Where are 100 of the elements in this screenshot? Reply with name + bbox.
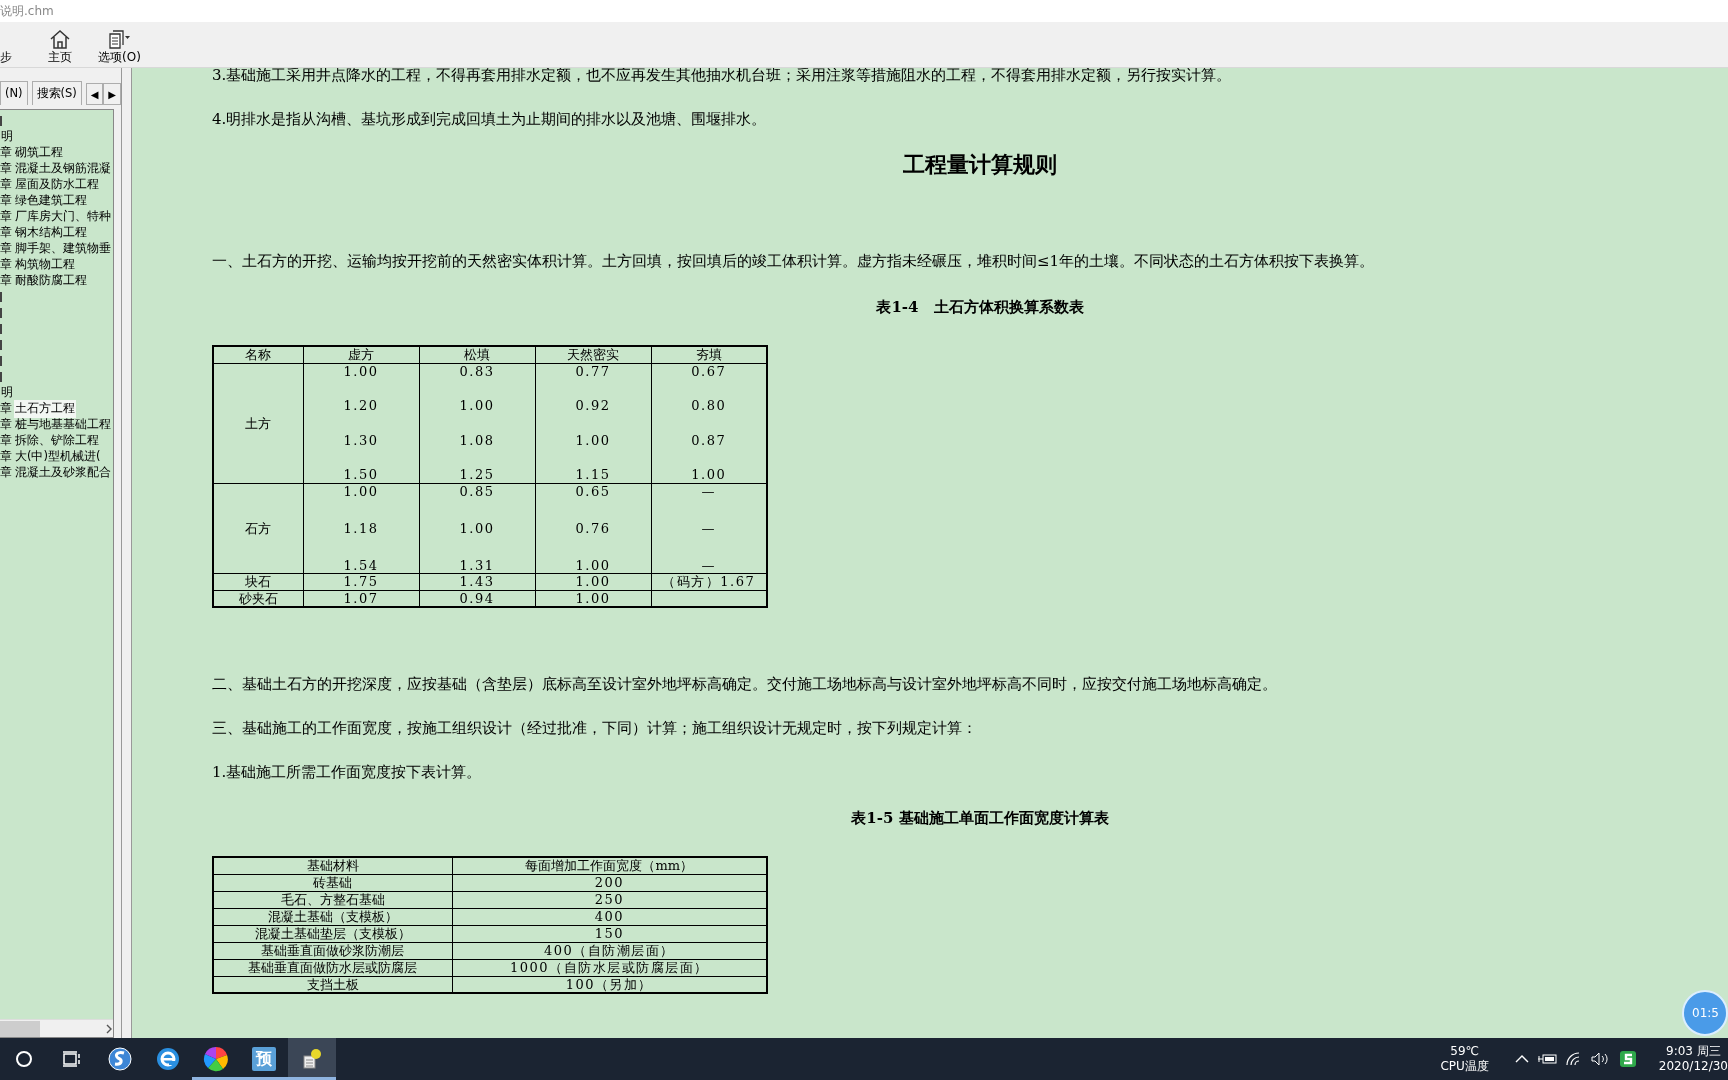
table-cell: 砖基础 <box>213 874 453 891</box>
cell-value: 1.30 <box>342 432 380 448</box>
table-caption: 表1-4 土石方体积换算系数表 <box>875 297 1085 318</box>
tree-item-prefix: 章 <box>0 416 13 434</box>
table-cell: 1.75 <box>303 573 419 590</box>
cell-value: 0.85 <box>458 483 496 499</box>
tree-item-prefix: 章 <box>0 448 13 466</box>
table-cell: 400 <box>452 908 767 925</box>
tree-item[interactable]: 明 <box>0 128 14 146</box>
chevron-right-icon[interactable] <box>105 1023 113 1034</box>
house-icon <box>49 28 71 50</box>
tree-item-prefix: 章 <box>0 272 13 290</box>
column-header: 天然密实 <box>535 346 651 363</box>
tree-item-prefix: 章 <box>0 160 13 178</box>
pinwheel-icon <box>203 1046 229 1072</box>
speaker-icon[interactable] <box>1590 1052 1611 1066</box>
table-cell: 土方 <box>213 363 303 483</box>
tree-item[interactable]: 混凝土及砂浆配合 <box>14 464 112 482</box>
tree-item-prefix: 章 <box>0 208 13 226</box>
cell-value: 1.00 <box>690 467 728 483</box>
cell-value: 1.00 <box>458 520 496 536</box>
scroll-button[interactable]: ▶ <box>103 83 121 105</box>
section-heading: 工程量计算规则 <box>902 150 1058 179</box>
s-logo-icon <box>108 1047 132 1071</box>
table-cell: 基础垂直面做防水层或防腐层 <box>213 959 453 976</box>
column-header: 基础材料 <box>213 857 453 874</box>
scrollbar-thumb[interactable] <box>0 1020 40 1037</box>
cell-value: 1.00 <box>574 432 612 448</box>
tree-item[interactable]: 土石方工程 <box>14 400 76 418</box>
tree-item[interactable]: 拆除、铲除工程 <box>14 432 100 450</box>
battery-icon[interactable] <box>1536 1053 1557 1065</box>
tree-item[interactable]: 明 <box>0 384 14 402</box>
cell-value: 1.31 <box>458 557 496 573</box>
cell-value: 1.20 <box>342 398 380 414</box>
chevron-up-icon[interactable] <box>1514 1054 1529 1064</box>
toolbar-button[interactable]: 步 <box>0 50 12 64</box>
tree-item[interactable]: 桩与地基基础工程 <box>14 416 112 434</box>
taskbar-app[interactable] <box>288 1038 336 1080</box>
cell-value: 0.65 <box>574 483 612 499</box>
tree-item-prefix: 章 <box>0 176 13 194</box>
tree-item[interactable]: 耐酸防腐工程 <box>14 272 88 290</box>
tree-item-prefix: 章 <box>0 256 13 274</box>
toolbar-button[interactable]: 主页 <box>42 28 78 64</box>
sidebar-tab[interactable]: (N) <box>0 81 28 105</box>
paragraph: 4.明排水是指从沟槽、基坑形成到完成回填土为止期间的排水以及池塘、围堰排水。 <box>212 109 768 130</box>
tree-item-prefix: 章 <box>0 144 13 162</box>
table-cell: 1.43 <box>419 573 535 590</box>
cell-value: 0.92 <box>574 398 612 414</box>
tree-item[interactable]: 绿色建筑工程 <box>14 192 88 210</box>
tree-item[interactable]: 厂库房大门、特种 <box>14 208 112 226</box>
paragraph: 二、基础土石方的开挖深度，应按基础（含垫层）底标高至设计室外地坪标高确定。交付施工场地标高与设计室外地坪标高不同时，应按交付施工场地标高确定。 <box>212 674 1278 695</box>
tree-item[interactable]: 屋面及防水工程 <box>14 176 100 194</box>
table-cell: 1000（自防水层或防腐层面） <box>452 959 767 976</box>
browser-icon <box>156 1047 180 1071</box>
circle-icon <box>14 1049 34 1069</box>
column-header: 虚方 <box>303 346 419 363</box>
help-document-icon <box>300 1047 324 1071</box>
table-caption: 表1-5 基础施工单面工作面宽度计算表 <box>850 808 1110 829</box>
clock-time[interactable]: 9:03 周三 <box>1666 1044 1721 1059</box>
toolbar-button[interactable]: 选项(O) <box>92 28 147 64</box>
cell-value: 0.80 <box>690 398 728 414</box>
window-title: 说明.chm <box>0 0 1728 22</box>
cell-value: 0.67 <box>690 363 728 379</box>
cell-value: 1.25 <box>458 467 496 483</box>
scroll-button[interactable]: ◀ <box>85 83 104 105</box>
tree-item[interactable]: 大(中)型机械进( <box>14 448 102 466</box>
table-cell: 400（自防潮层面） <box>452 942 767 959</box>
cell-value: 0.83 <box>458 363 496 379</box>
cell-value: 1.00 <box>342 363 380 379</box>
cell-value: 0.77 <box>574 363 612 379</box>
tree-item[interactable]: 混凝土及钢筋混凝 <box>14 160 112 178</box>
paragraph: 1.基础施工所需工作面宽度按下表计算。 <box>212 762 483 783</box>
cell-value: 1.15 <box>574 467 612 483</box>
column-header: 松填 <box>419 346 535 363</box>
tree-item-prefix: 章 <box>0 400 13 418</box>
table-cell: 基础垂直面做砂浆防潮层 <box>213 942 453 959</box>
cell-value: 1.18 <box>342 520 380 536</box>
table-cell: 混凝土基础垫层（支模板） <box>213 925 453 942</box>
table-cell: 块石 <box>213 573 303 590</box>
cell-value: 1.00 <box>342 483 380 499</box>
cell-value: — <box>700 483 717 499</box>
tree-item[interactable]: 构筑物工程 <box>14 256 76 274</box>
tree-item[interactable]: 脚手架、建筑物垂 <box>14 240 112 258</box>
tree-item[interactable]: 钢木结构工程 <box>14 224 88 242</box>
tree-item-prefix: 章 <box>0 240 13 258</box>
sidebar-tab[interactable]: 搜索(S) <box>31 81 82 105</box>
paragraph: 一、土石方的开挖、运输均按开挖前的天然密实体积计算。土方回填，按回填后的竣工体积计算。虚方指未经碾压，堆积时间≤1年的土壤。不同状态的土石方体积按下表换算。 <box>212 251 1376 272</box>
cell-value: — <box>700 520 717 536</box>
table-cell: 毛石、方整石基础 <box>213 891 453 908</box>
cell-value: 1.54 <box>342 557 380 573</box>
task-view-icon <box>62 1050 82 1068</box>
cell-value: 1.50 <box>342 467 380 483</box>
tree-item[interactable]: 砌筑工程 <box>14 144 64 162</box>
temperature-text: 59℃ <box>1450 1044 1479 1059</box>
cell-value: 1.00 <box>574 557 612 573</box>
tree-item-prefix: 章 <box>0 224 13 242</box>
clock-date[interactable]: 2020/12/30 <box>1658 1059 1728 1074</box>
s-tray-icon[interactable] <box>1618 1050 1637 1068</box>
table-cell: 150 <box>452 925 767 942</box>
cell-value: 0.76 <box>574 520 612 536</box>
